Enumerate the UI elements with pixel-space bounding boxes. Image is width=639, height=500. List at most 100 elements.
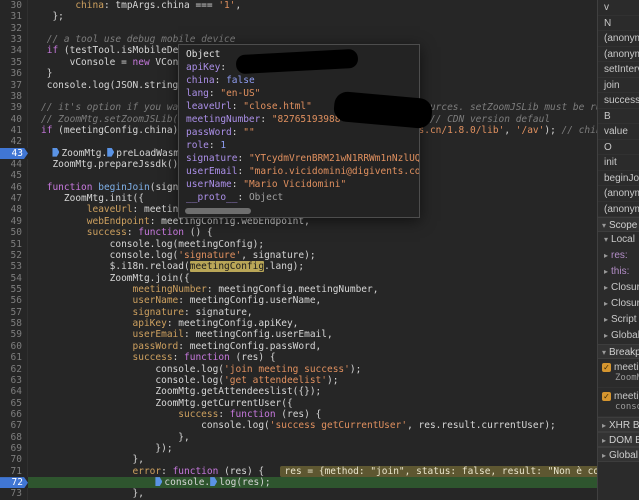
callstack-frame[interactable]: init bbox=[598, 155, 639, 171]
line-number[interactable]: 41 bbox=[0, 124, 28, 137]
popup-scrollbar-thumb[interactable] bbox=[185, 208, 251, 214]
code-line[interactable]: success: function () { bbox=[28, 227, 597, 238]
line-number[interactable]: 30 bbox=[0, 0, 28, 12]
inline-breakpoint-icon[interactable] bbox=[155, 477, 163, 487]
line-number[interactable]: 46 bbox=[0, 181, 28, 194]
line-number[interactable]: 59 bbox=[0, 329, 28, 341]
code-line[interactable]: console.log('get attendeelist'); bbox=[28, 375, 597, 386]
line-number[interactable]: 47 bbox=[0, 193, 28, 205]
scope-row[interactable]: ▸ this: bbox=[598, 264, 639, 280]
hovered-token[interactable]: meetingConfig bbox=[189, 261, 265, 273]
code-line[interactable]: ZoomMtg.join({ bbox=[28, 273, 597, 284]
code-line[interactable]: }, bbox=[28, 454, 597, 465]
line-number[interactable]: 70 bbox=[0, 454, 28, 466]
code-line[interactable]: china: tmpArgs.china === '1', bbox=[28, 0, 597, 11]
line-number[interactable]: 33 bbox=[0, 34, 28, 46]
scope-row[interactable]: ▸ Script bbox=[598, 312, 639, 328]
line-number[interactable]: 36 bbox=[0, 68, 28, 80]
object-property[interactable]: __proto__: Object bbox=[179, 191, 419, 204]
line-number[interactable]: 34 bbox=[0, 45, 28, 57]
line-number[interactable]: 37 bbox=[0, 79, 28, 91]
line-number[interactable]: 54 bbox=[0, 272, 28, 284]
breakpoint-checkbox[interactable]: ✓ bbox=[602, 392, 611, 401]
code-line[interactable]: userEmail: meetingConfig.userEmail, bbox=[28, 329, 597, 340]
inline-breakpoint-icon[interactable] bbox=[107, 147, 115, 157]
code-line[interactable]: console.log('join meeting success'); bbox=[28, 364, 597, 375]
line-number[interactable]: 56 bbox=[0, 295, 28, 307]
code-line[interactable]: }, bbox=[28, 432, 597, 443]
code-line[interactable]: console.log('success getCurrentUser', re… bbox=[28, 420, 597, 431]
code-line[interactable]: success: function (res) { bbox=[28, 409, 597, 420]
line-number[interactable]: 42 bbox=[0, 136, 28, 148]
inline-breakpoint-icon[interactable] bbox=[52, 147, 60, 157]
callstack-frame[interactable]: (anonymous) bbox=[598, 186, 639, 202]
breakpoints-section-header[interactable]: ▾Breakpoints bbox=[598, 344, 639, 359]
code-line[interactable]: ZoomMtg.getAttendeeslist({}); bbox=[28, 386, 597, 397]
breakpoint-entry[interactable]: ✓meeting.html:72console.log(res); bbox=[598, 388, 639, 417]
line-number[interactable]: 39 bbox=[0, 102, 28, 114]
line-number[interactable]: 73 bbox=[0, 488, 28, 500]
line-number[interactable]: 69 bbox=[0, 443, 28, 455]
callstack-frame[interactable]: beginJoin bbox=[598, 171, 639, 186]
object-property[interactable]: passWord: "" bbox=[179, 126, 419, 139]
line-number[interactable]: 44 bbox=[0, 159, 28, 171]
line-number[interactable]: 57 bbox=[0, 306, 28, 319]
object-property[interactable]: signature: "YTcydmVrenBRM21wN1RRWm1nNzlU… bbox=[179, 152, 419, 165]
code-line[interactable]: }); bbox=[28, 443, 597, 454]
line-number[interactable]: 43 bbox=[0, 148, 28, 159]
scope-row[interactable]: ▸ res: bbox=[598, 248, 639, 264]
code-line[interactable]: success: function (res) { bbox=[28, 352, 597, 363]
code-line[interactable]: userName: meetingConfig.userName, bbox=[28, 295, 597, 306]
line-number[interactable]: 51 bbox=[0, 238, 28, 250]
scope-row[interactable]: ▸Closure bbox=[598, 280, 639, 296]
line-number[interactable]: 61 bbox=[0, 352, 28, 364]
object-property[interactable]: china: false bbox=[179, 74, 419, 87]
callstack-frame[interactable]: join bbox=[598, 78, 639, 93]
breakpoint-entry[interactable]: ✓meeting.html:43ZoomMtg.preLoadWasm(); bbox=[598, 359, 639, 388]
line-number[interactable]: 62 bbox=[0, 363, 28, 375]
line-number[interactable]: 49 bbox=[0, 215, 28, 228]
object-property[interactable]: userName: "Mario Vicidomini" bbox=[179, 178, 419, 191]
code-line[interactable]: console.log('signature', signature); bbox=[28, 250, 597, 261]
code-line[interactable]: signature: signature, bbox=[28, 307, 597, 318]
scope-row[interactable]: ▾ Local bbox=[598, 232, 639, 248]
sidebar-section-header[interactable]: ▸DOM Breakpoints bbox=[598, 432, 639, 447]
code-line[interactable]: console. log(res); bbox=[28, 477, 597, 489]
line-number[interactable]: 64 bbox=[0, 386, 28, 398]
scope-row[interactable]: ▸ Global bbox=[598, 328, 639, 344]
callstack-frame[interactable]: (anonymous) bbox=[598, 202, 639, 217]
callstack-frame[interactable]: value bbox=[598, 124, 639, 140]
callstack-frame[interactable]: (anonymous) bbox=[598, 47, 639, 62]
callstack-frame[interactable]: (anonymous) bbox=[598, 31, 639, 47]
inline-breakpoint-icon[interactable] bbox=[210, 477, 218, 487]
sidebar-section-header[interactable]: ▸XHR Breakpoints bbox=[598, 417, 639, 432]
scope-row[interactable]: ▸Closure bbox=[598, 296, 639, 312]
line-number[interactable]: 55 bbox=[0, 283, 28, 296]
line-number[interactable]: 35 bbox=[0, 56, 28, 69]
callstack-frame[interactable]: setInterval bbox=[598, 62, 639, 78]
code-line[interactable]: }; bbox=[28, 11, 597, 22]
line-number[interactable]: 72 bbox=[0, 477, 28, 488]
callstack-frame[interactable]: N bbox=[598, 16, 639, 31]
line-number[interactable]: 31 bbox=[0, 11, 28, 23]
line-number[interactable]: 32 bbox=[0, 22, 28, 35]
line-number[interactable]: 71 bbox=[0, 465, 28, 478]
scope-section-header[interactable]: ▾ Scope bbox=[598, 217, 639, 232]
line-number[interactable]: 60 bbox=[0, 340, 28, 353]
code-line[interactable]: error: function (res) { res = {method: "… bbox=[28, 465, 597, 477]
breakpoint-checkbox[interactable]: ✓ bbox=[602, 363, 611, 372]
line-number[interactable]: 67 bbox=[0, 420, 28, 432]
code-line[interactable]: console.log(meetingConfig); bbox=[28, 239, 597, 250]
callstack-frame[interactable]: v bbox=[598, 0, 639, 16]
code-line[interactable]: apiKey: meetingConfig.apiKey, bbox=[28, 318, 597, 329]
line-number[interactable]: 65 bbox=[0, 397, 28, 409]
callstack-frame[interactable]: O bbox=[598, 140, 639, 155]
callstack-frame[interactable]: success bbox=[598, 93, 639, 109]
code-line[interactable]: passWord: meetingConfig.passWord, bbox=[28, 341, 597, 352]
line-number[interactable]: 50 bbox=[0, 227, 28, 239]
object-property[interactable]: role: 1 bbox=[179, 139, 419, 152]
code-line[interactable]: $.i18n.reload(meetingConfig.lang); bbox=[28, 261, 597, 273]
line-number[interactable]: 53 bbox=[0, 261, 28, 273]
line-number[interactable]: 63 bbox=[0, 374, 28, 387]
callstack-frame[interactable]: B bbox=[598, 109, 639, 124]
